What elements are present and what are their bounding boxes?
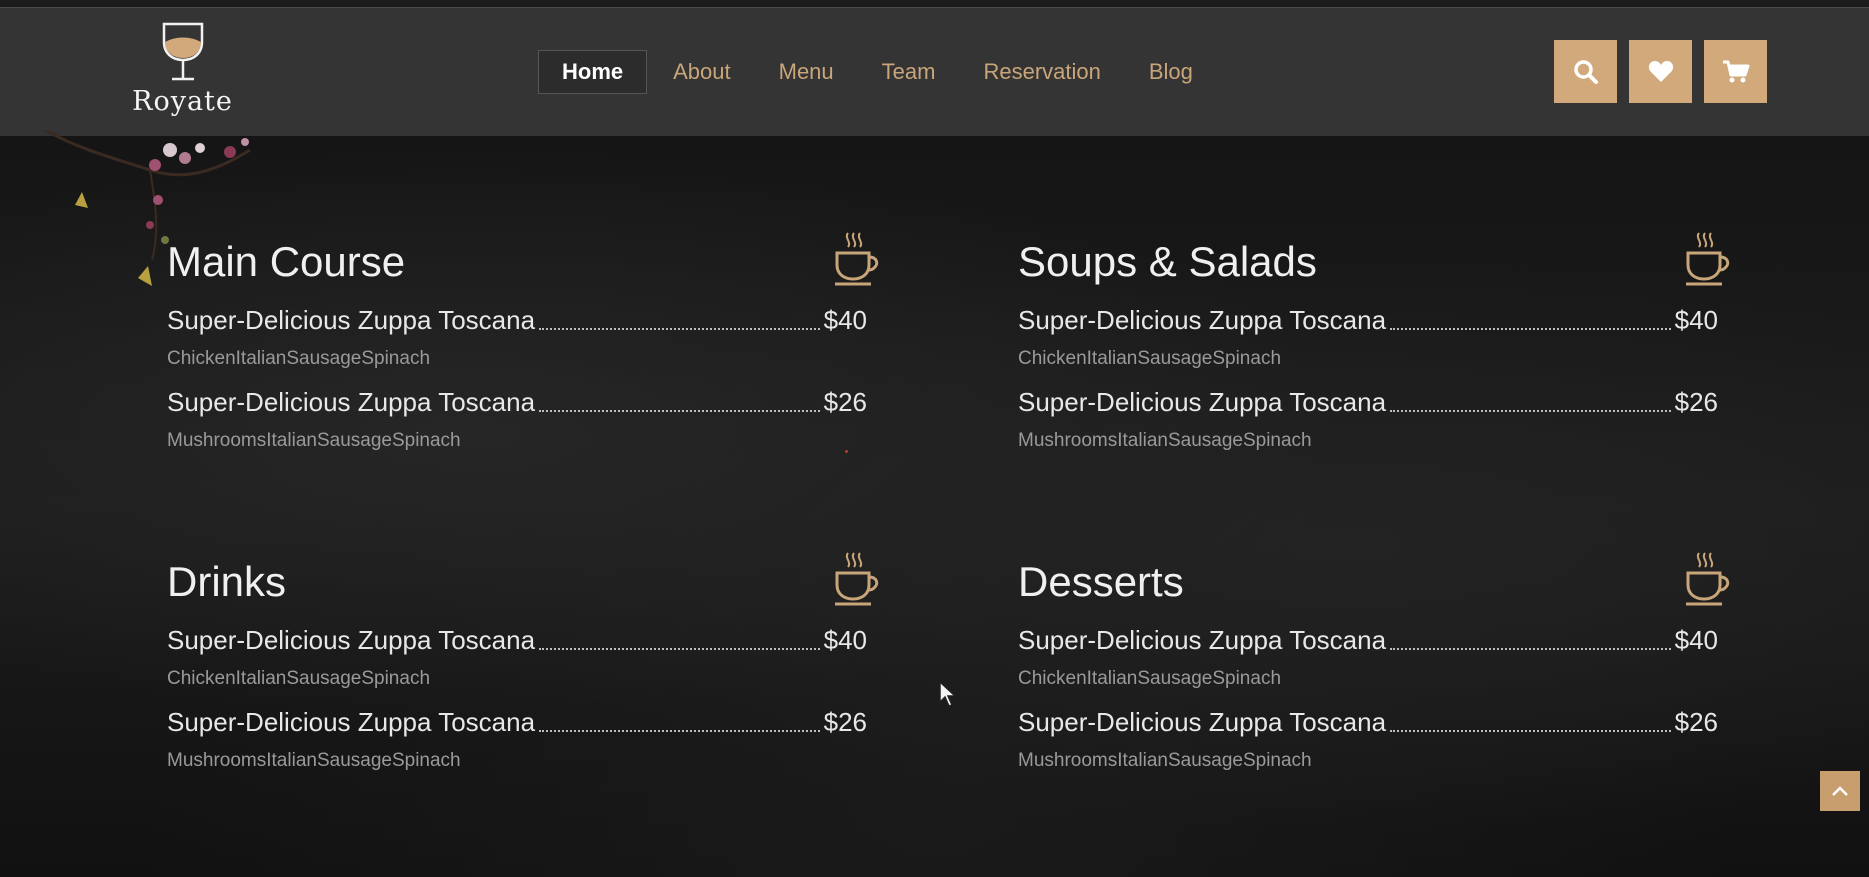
- item-name: Super-Delicious Zuppa Toscana: [167, 387, 536, 417]
- dotted-leader: [1390, 648, 1671, 650]
- item-price: $26: [1674, 387, 1718, 417]
- item-description: ChickenItalianSausageSpinach: [167, 348, 431, 369]
- cart-button[interactable]: [1704, 40, 1767, 103]
- section-title: Drinks: [167, 558, 287, 605]
- item-description: MushroomsItalianSausageSpinach: [1018, 430, 1312, 451]
- mouse-cursor-icon: [939, 680, 957, 707]
- dotted-leader: [1390, 410, 1671, 412]
- nav-reservation[interactable]: Reservation: [959, 50, 1124, 94]
- browser-top-strip: [0, 0, 1869, 8]
- item-name: Super-Delicious Zuppa Toscana: [1018, 387, 1387, 417]
- item-name: Super-Delicious Zuppa Toscana: [1018, 625, 1387, 655]
- item-name: Super-Delicious Zuppa Toscana: [1018, 707, 1387, 737]
- item-description: MushroomsItalianSausageSpinach: [1018, 750, 1312, 771]
- item-price: $40: [1674, 305, 1718, 335]
- wine-glass-icon: [162, 22, 203, 81]
- logo-text: Royate: [132, 86, 233, 117]
- item-description: ChickenItalianSausageSpinach: [1018, 668, 1282, 689]
- nav-team[interactable]: Team: [858, 50, 960, 94]
- menu-section-desserts: Desserts Super-Delicious Zuppa Toscana $…: [1018, 552, 1748, 788]
- menu-item[interactable]: Super-Delicious Zuppa Toscana $40 Chicke…: [1018, 622, 1718, 690]
- item-price: $40: [1674, 625, 1718, 655]
- item-price: $40: [823, 305, 867, 335]
- main-nav: Home About Menu Team Reservation Blog: [538, 50, 1217, 94]
- wishlist-button[interactable]: [1629, 40, 1692, 103]
- item-name: Super-Delicious Zuppa Toscana: [167, 707, 536, 737]
- menu-section-drinks: Drinks Super-Delicious Zuppa Toscana $40…: [167, 552, 897, 788]
- logo[interactable]: Royate: [120, 20, 245, 128]
- section-title: Soups & Salads: [1018, 238, 1317, 285]
- item-description: MushroomsItalianSausageSpinach: [167, 430, 461, 451]
- menu-item[interactable]: Super-Delicious Zuppa Toscana $40 Chicke…: [167, 302, 867, 370]
- nav-menu[interactable]: Menu: [755, 50, 858, 94]
- coffee-cup-icon: [835, 232, 879, 286]
- item-price: $26: [1674, 707, 1718, 737]
- menu-item[interactable]: Super-Delicious Zuppa Toscana $26 Mushro…: [167, 384, 867, 452]
- nav-home[interactable]: Home: [538, 50, 648, 94]
- item-price: $40: [823, 625, 867, 655]
- dotted-leader: [539, 648, 820, 650]
- coffee-cup-icon: [835, 552, 879, 606]
- chevron-up-icon: [1832, 786, 1848, 796]
- menu-item[interactable]: Super-Delicious Zuppa Toscana $40 Chicke…: [167, 622, 867, 690]
- item-description: MushroomsItalianSausageSpinach: [167, 750, 461, 771]
- search-icon: [1573, 59, 1598, 84]
- stray-dot: [845, 450, 848, 453]
- section-title: Desserts: [1018, 558, 1184, 605]
- section-title: Main Course: [167, 238, 406, 285]
- cart-icon: [1722, 60, 1749, 82]
- dotted-leader: [539, 730, 820, 732]
- dotted-leader: [539, 328, 820, 330]
- menu-item[interactable]: Super-Delicious Zuppa Toscana $26 Mushro…: [167, 704, 867, 772]
- coffee-cup-icon: [1686, 232, 1730, 286]
- back-to-top-button[interactable]: [1820, 771, 1860, 811]
- item-price: $26: [823, 707, 867, 737]
- search-button[interactable]: [1554, 40, 1617, 103]
- item-price: $26: [823, 387, 867, 417]
- menu-item[interactable]: Super-Delicious Zuppa Toscana $40 Chicke…: [1018, 302, 1718, 370]
- dotted-leader: [1390, 730, 1671, 732]
- menu-item[interactable]: Super-Delicious Zuppa Toscana $26 Mushro…: [1018, 704, 1718, 772]
- heart-icon: [1648, 60, 1673, 82]
- item-name: Super-Delicious Zuppa Toscana: [167, 305, 536, 335]
- coffee-cup-icon: [1686, 552, 1730, 606]
- menu-section-soups-salads: Soups & Salads Super-Delicious Zuppa Tos…: [1018, 232, 1748, 468]
- dotted-leader: [1390, 328, 1671, 330]
- menu-section-main-course: Main Course Super-Delicious Zuppa Toscan…: [167, 232, 897, 468]
- dotted-leader: [539, 410, 820, 412]
- header-tools: [1554, 40, 1767, 103]
- item-name: Super-Delicious Zuppa Toscana: [167, 625, 536, 655]
- nav-about[interactable]: About: [649, 50, 755, 94]
- nav-blog[interactable]: Blog: [1125, 50, 1217, 94]
- menu-item[interactable]: Super-Delicious Zuppa Toscana $26 Mushro…: [1018, 384, 1718, 452]
- item-name: Super-Delicious Zuppa Toscana: [1018, 305, 1387, 335]
- item-description: ChickenItalianSausageSpinach: [1018, 348, 1282, 369]
- site-header: Royate Home About Menu Team Reservation …: [0, 8, 1869, 136]
- item-description: ChickenItalianSausageSpinach: [167, 668, 431, 689]
